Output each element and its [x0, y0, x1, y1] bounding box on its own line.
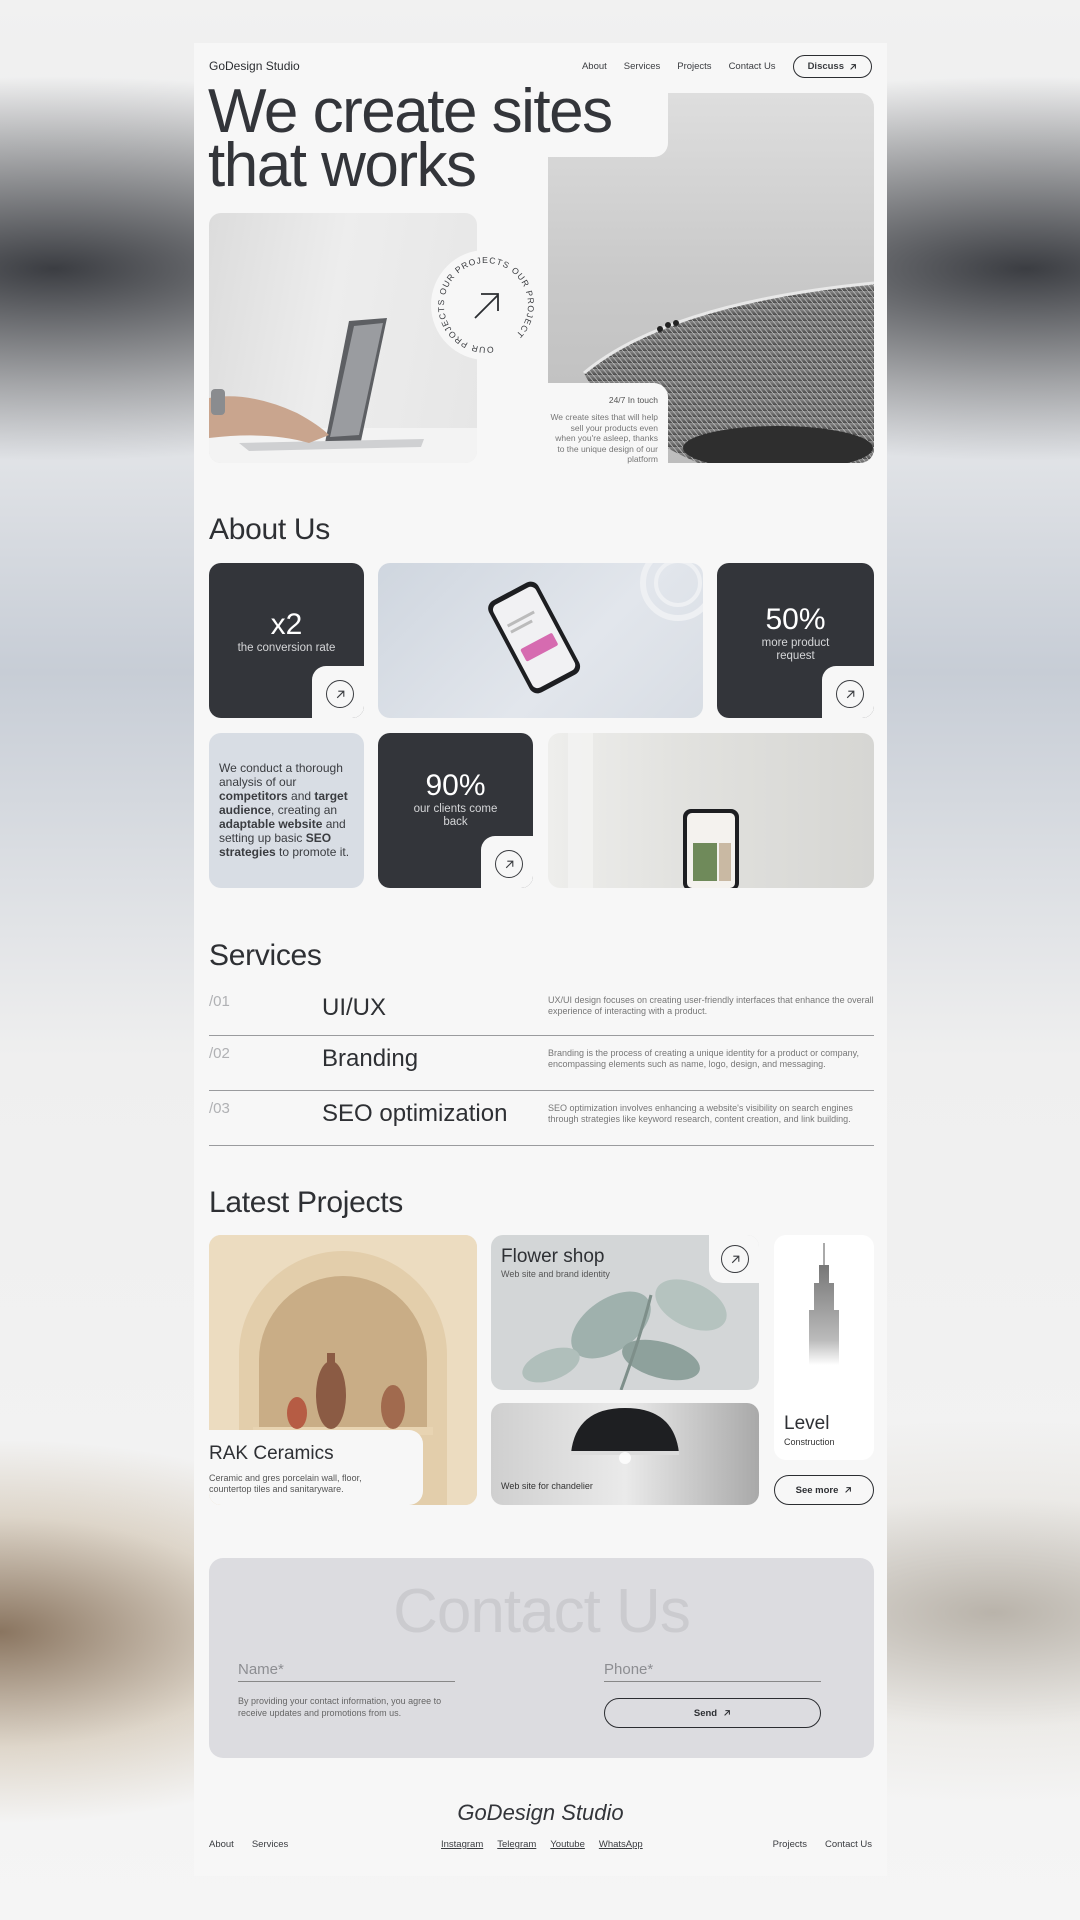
phone-illustration: [488, 563, 703, 694]
about-text: to promote it.: [275, 845, 350, 859]
footer-social-links: Instagram Telegram Youtube WhatsApp: [441, 1839, 643, 1850]
project-description: Ceramic and gres porcelain wall, floor, …: [209, 1473, 362, 1494]
service-description: UX/UI design focuses on creating user-fr…: [548, 995, 874, 1016]
touch-label: 24/7 In touch: [608, 395, 658, 405]
project-card-flower[interactable]: Flower shop Web site and brand identity: [491, 1235, 759, 1390]
discuss-label: Discuss: [807, 61, 844, 72]
stat-label: more product request: [761, 637, 830, 662]
service-row-branding[interactable]: /02 Branding Branding is the process of …: [209, 1036, 874, 1091]
stat-card-returning: 90% our clients come back: [378, 733, 533, 888]
stat-card-requests: 50% more product request: [717, 563, 874, 718]
project-description: Construction: [784, 1437, 835, 1447]
about-text-card: We conduct a thorough analysis of our co…: [209, 733, 364, 888]
projects-title: Latest Projects: [209, 1186, 403, 1219]
footer-right-links: Projects Contact Us: [773, 1839, 872, 1850]
see-more-button[interactable]: See more: [774, 1475, 874, 1505]
stat-label: our clients come back: [413, 803, 498, 828]
arrow-up-right-icon: [846, 690, 854, 698]
arrow-up-right-icon: [474, 293, 499, 319]
nav-contact[interactable]: Contact Us: [729, 61, 776, 72]
project-description: Web site and brand identity: [501, 1269, 610, 1279]
service-number: /03: [209, 1100, 230, 1117]
about-text-bold: competitors: [219, 789, 288, 803]
phone-input[interactable]: Phone*: [604, 1661, 821, 1682]
service-description: SEO optimization involves enhancing a we…: [548, 1103, 853, 1124]
stat-card-conversion: x2 the conversion rate: [209, 563, 364, 718]
hero-title-line2: that works: [208, 131, 477, 200]
services-title: Services: [209, 939, 322, 972]
service-description: Branding is the process of creating a un…: [548, 1048, 860, 1069]
arrow-up-right-icon: [850, 63, 856, 70]
project-name: Level: [784, 1413, 830, 1434]
arrow-up-right-icon: [731, 1255, 739, 1263]
footer-link-contact[interactable]: Contact Us: [825, 1839, 872, 1850]
service-name: SEO optimization: [322, 1100, 508, 1127]
stat-label: the conversion rate: [237, 642, 336, 654]
project-card-level[interactable]: Level Construction: [774, 1235, 874, 1460]
contact-title: Contact Us: [393, 1577, 691, 1646]
project-arrow-button[interactable]: [721, 1245, 749, 1273]
about-title: About Us: [209, 513, 330, 546]
nav-services[interactable]: Services: [624, 61, 660, 72]
service-number: /02: [209, 1045, 230, 1062]
touch-description: We create sites that will help sell your…: [550, 412, 658, 465]
project-description: Web site for chandelier: [501, 1481, 593, 1491]
arrow-up-right-icon: [505, 860, 513, 868]
phone-image: [378, 563, 703, 718]
service-row-uiux[interactable]: /01 UI/UX UX/UI design focuses on creati…: [209, 993, 874, 1036]
top-nav: About Services Projects Contact Us Discu…: [582, 55, 872, 78]
about-text: and: [287, 789, 315, 803]
circle-text: OUR PROJECTS OUR PROJECTS OUR PROJECT: [428, 247, 544, 363]
nav-projects[interactable]: Projects: [677, 61, 711, 72]
project-name: RAK Ceramics: [209, 1443, 334, 1464]
phone-stand-illustration: [568, 733, 739, 888]
footer-brand[interactable]: GoDesign Studio: [194, 1800, 887, 1826]
name-input[interactable]: Name*: [238, 1661, 455, 1682]
stat-value: x2: [270, 608, 303, 641]
hero-title: We create sites that works: [208, 81, 678, 200]
about-text: We conduct a thorough analysis of our: [219, 761, 343, 789]
stat-arrow-button[interactable]: [495, 850, 523, 878]
send-button[interactable]: Send: [604, 1698, 821, 1728]
contact-form: Contact Us Name* Phone* By providing you…: [209, 1558, 874, 1758]
footer-link-youtube[interactable]: Youtube: [550, 1839, 585, 1850]
consent-text: By providing your contact information, y…: [238, 1696, 442, 1718]
circular-text: OUR PROJECTS OUR PROJECTS OUR PROJECT: [428, 247, 544, 363]
about-text: , creating an: [271, 803, 338, 817]
our-projects-badge[interactable]: OUR PROJECTS OUR PROJECTS OUR PROJECT: [428, 247, 544, 363]
stat-arrow-button[interactable]: [326, 680, 354, 708]
footer-link-about[interactable]: About: [209, 1839, 234, 1850]
project-card-rak[interactable]: RAK Ceramics Ceramic and gres porcelain …: [209, 1235, 477, 1505]
discuss-button[interactable]: Discuss: [792, 55, 872, 78]
footer-link-services[interactable]: Services: [252, 1839, 288, 1850]
page: GoDesign Studio About Services Projects …: [194, 43, 887, 1876]
footer-link-telegram[interactable]: Telegram: [497, 1839, 536, 1850]
project-name: Flower shop: [501, 1246, 605, 1267]
project-card-lamp[interactable]: Web site for chandelier: [491, 1403, 759, 1505]
service-name: UI/UX: [322, 994, 387, 1021]
svg-text:OUR PROJECTS OUR PROJECTS OUR: OUR PROJECTS OUR PROJECTS OUR PROJECT: [431, 250, 541, 360]
tower-illustration: [809, 1243, 839, 1365]
brand-logo[interactable]: GoDesign Studio: [209, 59, 300, 73]
service-row-seo[interactable]: /03 SEO optimization SEO optimization in…: [209, 1091, 874, 1146]
nav-about[interactable]: About: [582, 61, 607, 72]
phone-stand-image: [548, 733, 874, 888]
send-label: Send: [693, 1707, 718, 1719]
arrow-up-right-icon: [724, 1710, 731, 1716]
footer-left-links: About Services: [209, 1839, 288, 1850]
footer-link-whatsapp[interactable]: WhatsApp: [599, 1839, 643, 1850]
about-text-bold: adaptable website: [219, 817, 323, 831]
service-number: /01: [209, 993, 230, 1010]
stat-value: 50%: [765, 603, 826, 636]
service-name: Branding: [322, 1045, 419, 1072]
see-more-label: See more: [795, 1484, 839, 1496]
arrow-up-right-icon: [845, 1487, 852, 1493]
stat-value: 90%: [425, 769, 486, 802]
footer-link-instagram[interactable]: Instagram: [441, 1839, 483, 1850]
arrow-up-right-icon: [336, 690, 344, 698]
footer-link-projects[interactable]: Projects: [773, 1839, 807, 1850]
stat-arrow-button[interactable]: [836, 680, 864, 708]
